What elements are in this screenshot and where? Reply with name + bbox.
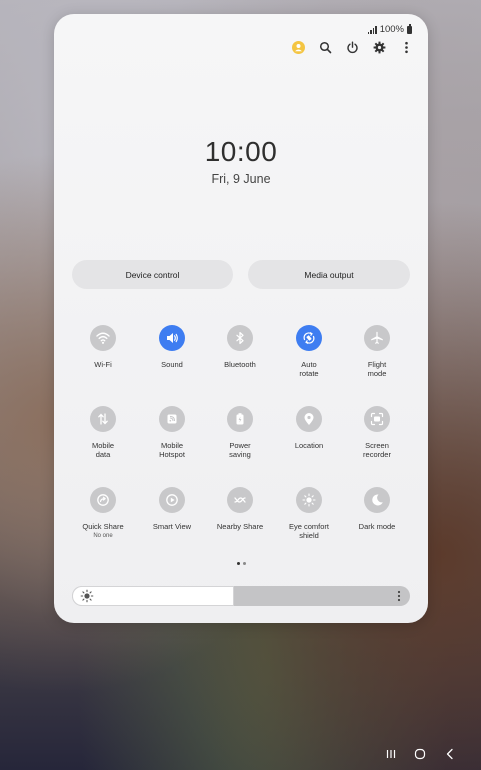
clock-date: Fri, 9 June xyxy=(211,172,271,186)
tile-quick-share: Quick Share No one xyxy=(68,487,138,539)
smart-view-toggle[interactable] xyxy=(159,487,185,513)
nearby-share-icon xyxy=(234,497,246,503)
battery-saver-icon xyxy=(236,413,244,425)
moon-icon xyxy=(372,494,383,506)
tile-dark-mode: Dark mode xyxy=(342,487,412,531)
eye-comfort-toggle[interactable] xyxy=(296,487,322,513)
battery-percentage: 100% xyxy=(379,24,404,35)
eye-comfort-icon xyxy=(302,493,316,507)
tile-bluetooth: Bluetooth xyxy=(205,325,275,369)
tile-flight-mode: Flight mode xyxy=(342,325,412,378)
tile-smart-view: Smart View xyxy=(137,487,207,531)
tile-eye-comfort-shield: Eye comfort shield xyxy=(274,487,344,540)
brightness-slider[interactable] xyxy=(72,586,410,606)
tile-label: Wi-Fi xyxy=(94,360,112,369)
page-dot-active xyxy=(236,562,240,565)
top-actions xyxy=(291,40,414,55)
back-chevron-icon xyxy=(446,748,453,760)
more-vertical-icon xyxy=(397,590,401,602)
rotate-icon xyxy=(303,331,315,345)
tile-mobile-data: Mobile data xyxy=(68,406,138,459)
avatar-icon xyxy=(292,41,305,54)
page-indicator xyxy=(54,562,428,565)
search-button[interactable] xyxy=(318,40,333,55)
quick-share-icon xyxy=(97,494,109,506)
tile-label: Quick Share xyxy=(82,522,124,531)
mobile-hotspot-toggle[interactable] xyxy=(159,406,185,432)
location-pin-icon xyxy=(304,413,314,425)
data-arrows-icon xyxy=(98,413,108,425)
device-control-button[interactable]: Device control xyxy=(72,260,233,289)
gear-icon xyxy=(373,41,386,54)
recent-apps-icon xyxy=(386,750,396,758)
account-avatar-button[interactable] xyxy=(291,40,306,55)
volume-icon xyxy=(167,333,178,343)
tile-sound: Sound xyxy=(137,325,207,369)
tile-label: Sound xyxy=(161,360,183,369)
tile-label: Bluetooth xyxy=(224,360,256,369)
wifi-toggle[interactable] xyxy=(90,325,116,351)
airplane-icon xyxy=(371,331,383,344)
brightness-sun-icon xyxy=(80,589,94,603)
device-control-label: Device control xyxy=(125,269,180,280)
more-options-button[interactable] xyxy=(399,40,414,55)
home-button[interactable] xyxy=(411,746,429,762)
quick-share-status: No one xyxy=(93,533,113,539)
screen-recorder-toggle[interactable] xyxy=(364,406,390,432)
sound-toggle[interactable] xyxy=(159,325,185,351)
search-icon xyxy=(319,41,332,54)
tile-label: Nearby Share xyxy=(216,522,264,531)
settings-button[interactable] xyxy=(372,40,387,55)
tile-screen-recorder: Screen recorder xyxy=(342,406,412,459)
power-button[interactable] xyxy=(345,40,360,55)
tile-wifi: Wi-Fi xyxy=(68,325,138,369)
tile-label: Dark mode xyxy=(358,522,396,531)
location-toggle[interactable] xyxy=(296,406,322,432)
tile-label: Power saving xyxy=(229,441,251,459)
flight-mode-toggle[interactable] xyxy=(364,325,390,351)
tile-power-saving: Power saving xyxy=(205,406,275,459)
tile-nearby-share: Nearby Share xyxy=(205,487,275,531)
tile-label: Eye comfort shield xyxy=(288,522,329,540)
signal-icon xyxy=(367,25,377,34)
page-dot xyxy=(242,562,246,565)
wifi-icon xyxy=(96,332,110,344)
smart-view-icon xyxy=(166,494,178,506)
mobile-data-toggle[interactable] xyxy=(90,406,116,432)
screen-record-icon xyxy=(370,412,384,426)
more-vertical-icon xyxy=(405,41,408,54)
tile-label: Flight mode xyxy=(367,360,387,378)
battery-icon xyxy=(407,24,412,34)
tile-label: Screen recorder xyxy=(363,441,391,459)
hotspot-icon xyxy=(167,414,177,424)
recent-apps-button[interactable] xyxy=(382,746,400,762)
quick-share-toggle[interactable] xyxy=(90,487,116,513)
home-icon xyxy=(414,748,426,760)
tile-label: Auto rotate xyxy=(299,360,319,378)
navigation-bar xyxy=(0,740,481,770)
brightness-level-fill xyxy=(72,586,235,606)
tile-label: Location xyxy=(294,441,324,450)
back-button[interactable] xyxy=(441,746,459,762)
tile-mobile-hotspot: Mobile Hotspot xyxy=(137,406,207,459)
quick-settings-panel: 100% 10:00 Fri, 9 June Device control Me… xyxy=(54,14,428,623)
tile-label: Mobile Hotspot xyxy=(159,441,185,459)
bluetooth-icon xyxy=(236,331,244,345)
power-saving-toggle[interactable] xyxy=(227,406,253,432)
bluetooth-toggle[interactable] xyxy=(227,325,253,351)
clock-time: 10:00 xyxy=(204,136,278,167)
dark-mode-toggle[interactable] xyxy=(364,487,390,513)
tile-location: Location xyxy=(274,406,344,450)
tile-auto-rotate: Auto rotate xyxy=(274,325,344,378)
nearby-share-toggle[interactable] xyxy=(227,487,253,513)
tile-label: Mobile data xyxy=(91,441,115,459)
brightness-options-button[interactable] xyxy=(394,589,404,603)
media-output-label: Media output xyxy=(304,269,354,280)
auto-rotate-toggle[interactable] xyxy=(296,325,322,351)
tile-label: Smart View xyxy=(152,522,192,531)
power-icon xyxy=(347,41,358,54)
status-bar: 100% xyxy=(367,24,412,35)
media-output-button[interactable]: Media output xyxy=(248,260,410,289)
